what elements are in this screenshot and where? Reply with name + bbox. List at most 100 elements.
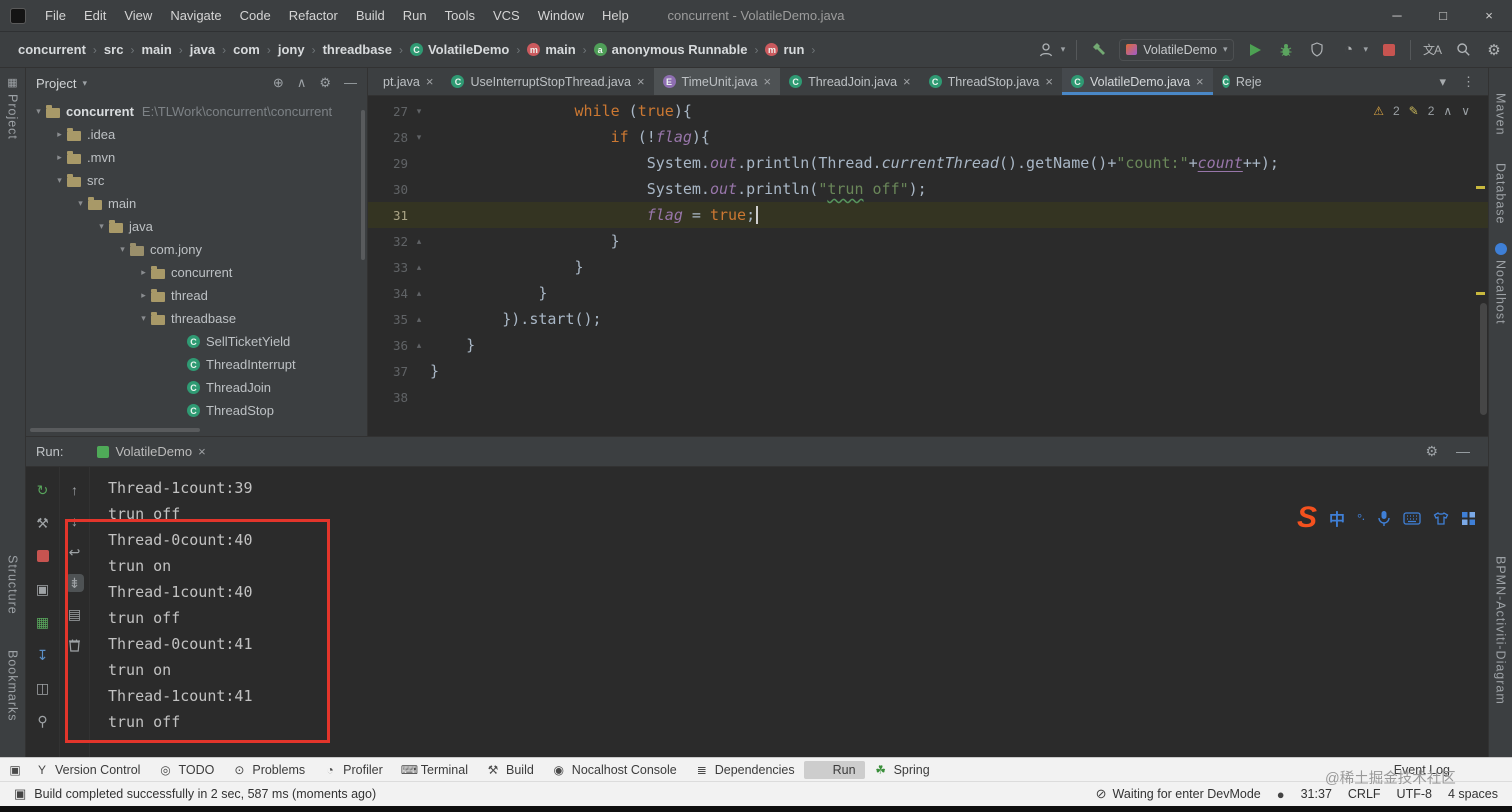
tree-expand-arrow[interactable]: ▾ <box>31 106 46 117</box>
locate-file-icon[interactable]: ⊕ <box>273 75 284 91</box>
tab-close-icon[interactable]: × <box>903 74 911 89</box>
toolwindow-button-nocalhost[interactable]: Nocalhost <box>1494 260 1508 325</box>
fold-marker[interactable]: ▴ <box>408 262 430 273</box>
warning-stripe-mark[interactable] <box>1476 186 1485 189</box>
fold-marker[interactable]: ▴ <box>408 314 430 325</box>
build-hammer-icon[interactable] <box>1088 40 1108 60</box>
encoding-indicator[interactable]: UTF-8 <box>1397 787 1432 801</box>
inspections-widget[interactable]: ⚠ 2 ✎ 2 ∧ ∨ <box>1373 104 1470 118</box>
menu-item[interactable]: Tools <box>436 0 484 31</box>
tree-row[interactable]: SellTicketYield <box>26 330 367 353</box>
editor-tab[interactable]: UseInterruptStopThread.java × <box>442 68 653 95</box>
toolwindow-button[interactable]: Profiler <box>314 761 392 779</box>
tab-close-icon[interactable]: × <box>198 444 206 459</box>
project-scrollbar-vertical[interactable] <box>361 110 365 260</box>
codewithme-user-icon[interactable] <box>1036 40 1056 60</box>
tabs-menu-icon[interactable]: ⋮ <box>1455 74 1482 90</box>
caret-position[interactable]: 31:37 <box>1301 787 1332 801</box>
close-button[interactable]: × <box>1466 0 1512 31</box>
search-icon[interactable] <box>1453 40 1473 60</box>
code-line[interactable]: 29 System.out.println(Thread.currentThre… <box>368 150 1488 176</box>
restore-layout-icon[interactable]: ◫ <box>34 679 52 697</box>
tree-expand-arrow[interactable]: ▾ <box>73 198 88 209</box>
menu-item[interactable]: Build <box>347 0 394 31</box>
punctuation-mode-icon[interactable]: °· <box>1357 511 1365 526</box>
code-line[interactable]: 35 ▴ }).start(); <box>368 306 1488 332</box>
pin-icon[interactable]: ⚲ <box>34 712 52 730</box>
code-line[interactable]: 27 ▾ while (true){ <box>368 98 1488 124</box>
project-scrollbar-horizontal[interactable] <box>30 428 200 432</box>
indent-indicator[interactable]: 4 spaces <box>1448 787 1498 801</box>
run-tab[interactable]: VolatileDemo × <box>89 437 213 467</box>
tree-expand-arrow[interactable]: ▸ <box>52 129 67 140</box>
fold-marker[interactable]: ▴ <box>408 236 430 247</box>
breadcrumb-item[interactable]: main <box>141 42 171 57</box>
breadcrumb-item[interactable]: threadbase <box>323 42 392 57</box>
sogou-logo[interactable]: S <box>1297 503 1317 533</box>
toolwindow-button[interactable]: Problems <box>223 761 314 779</box>
nocalhost-toolwindow-icon[interactable] <box>1494 243 1507 255</box>
menu-item[interactable]: Code <box>231 0 280 31</box>
skin-icon[interactable] <box>1433 511 1449 526</box>
tab-close-icon[interactable]: × <box>1196 74 1204 89</box>
debug-bug-icon[interactable] <box>1276 40 1296 60</box>
devmode-status[interactable]: Waiting for enter DevMode <box>1113 787 1261 801</box>
tree-row[interactable]: ▸ concurrent <box>26 261 367 284</box>
tree-row[interactable]: ThreadInterrupt <box>26 353 367 376</box>
menu-item[interactable]: Refactor <box>280 0 347 31</box>
editor-scrollbar[interactable] <box>1480 303 1487 415</box>
prev-problem-icon[interactable]: ∧ <box>1443 104 1452 118</box>
fold-marker[interactable]: ▴ <box>408 340 430 351</box>
tree-expand-arrow[interactable]: ▾ <box>115 244 130 255</box>
stop-icon[interactable] <box>34 547 52 565</box>
warning-stripe-mark[interactable] <box>1476 292 1485 295</box>
toolwindow-button[interactable]: Nocalhost Console <box>543 761 686 779</box>
coverage-icon[interactable]: ▦ <box>34 613 52 631</box>
code-line[interactable]: 37} <box>368 358 1488 384</box>
breadcrumb-item[interactable]: main <box>527 42 576 57</box>
collapse-all-icon[interactable]: ∧ <box>297 75 307 91</box>
tab-close-icon[interactable]: × <box>1045 74 1053 89</box>
breadcrumb-item[interactable]: jony <box>278 42 305 57</box>
nocalhost-status-icon[interactable]: ● <box>1277 787 1285 802</box>
tree-row[interactable]: ThreadStop <box>26 399 367 422</box>
code-line[interactable]: 33 ▴ } <box>368 254 1488 280</box>
breadcrumb-item[interactable]: src <box>104 42 124 57</box>
toolwindow-button-project[interactable]: Project <box>6 94 20 140</box>
next-problem-icon[interactable]: ∨ <box>1461 104 1470 118</box>
editor-tab[interactable]: VolatileDemo.java × <box>1061 68 1213 95</box>
settings-gear-icon[interactable]: ⚙ <box>1484 40 1504 60</box>
tree-row[interactable]: ThreadJoin <box>26 376 367 399</box>
breadcrumb-item[interactable]: com <box>233 42 260 57</box>
line-ending-indicator[interactable]: CRLF <box>1348 787 1381 801</box>
hide-panel-icon[interactable]: — <box>344 75 357 91</box>
coverage-icon[interactable] <box>1307 40 1327 60</box>
menu-item[interactable]: Help <box>593 0 638 31</box>
settings-gear-icon[interactable]: ⚙ <box>319 75 331 91</box>
tree-row[interactable]: ▾ threadbase <box>26 307 367 330</box>
translate-icon[interactable]: 文A <box>1422 40 1442 60</box>
tree-expand-arrow[interactable]: ▸ <box>136 290 151 301</box>
fold-marker[interactable]: ▴ <box>408 288 430 299</box>
toolwindow-button-bpmn[interactable]: BPMN-Activiti-Diagram <box>1494 556 1508 705</box>
toolwindow-button-maven[interactable]: Maven <box>1494 93 1508 136</box>
app-icon[interactable] <box>10 7 26 24</box>
tab-close-icon[interactable]: × <box>637 74 645 89</box>
up-stack-icon[interactable]: ↑ <box>66 481 84 499</box>
editor-tab[interactable]: Reje <box>1213 68 1277 95</box>
breadcrumb-item[interactable]: concurrent <box>18 42 86 57</box>
tree-row[interactable]: ▾ com.jony <box>26 238 367 261</box>
fold-marker[interactable]: ▾ <box>408 106 430 117</box>
tree-expand-arrow[interactable]: ▾ <box>94 221 109 232</box>
toolwindow-button-bookmarks[interactable]: Bookmarks <box>6 650 20 722</box>
editor-tab[interactable]: TimeUnit.java × <box>653 68 781 95</box>
maximize-button[interactable]: □ <box>1420 0 1466 31</box>
chevron-down-icon[interactable]: ▾ <box>1061 44 1066 55</box>
tree-expand-arrow[interactable]: ▾ <box>52 175 67 186</box>
mic-icon[interactable] <box>1377 510 1391 527</box>
toolbox-grid-icon[interactable] <box>1461 511 1476 526</box>
tab-close-icon[interactable]: × <box>426 74 434 89</box>
menu-item[interactable]: View <box>115 0 161 31</box>
edit-configuration-wrench-icon[interactable]: ⚒ <box>34 514 52 532</box>
hidden-tabs-icon[interactable]: ▾ <box>1432 74 1453 90</box>
